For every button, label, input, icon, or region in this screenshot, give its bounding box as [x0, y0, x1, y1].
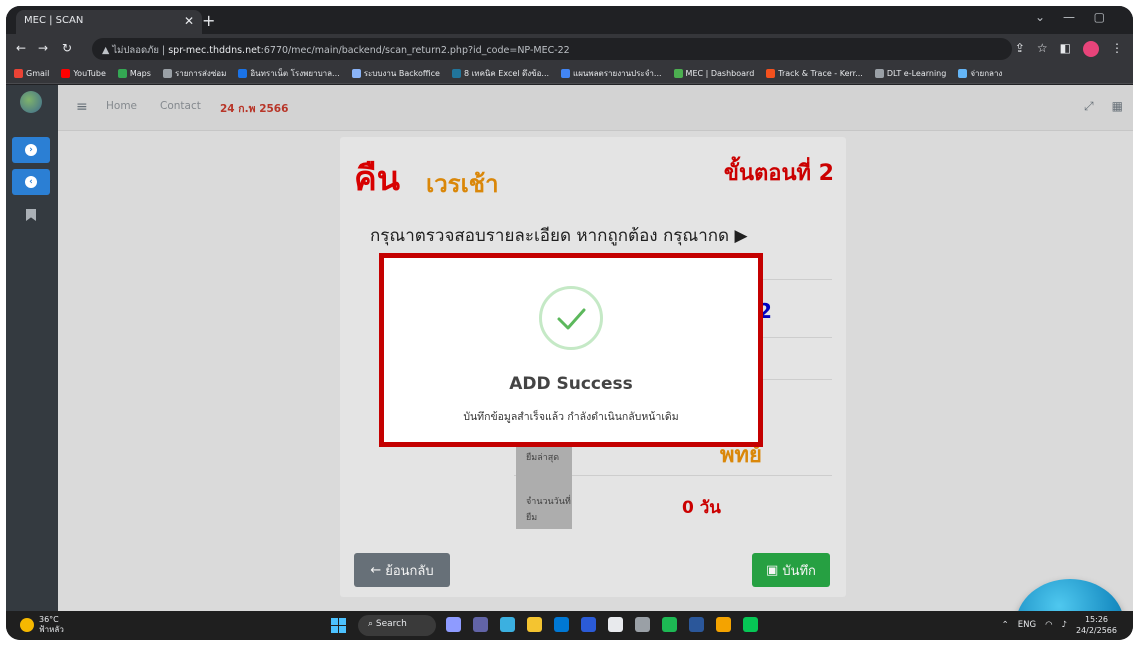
profile-avatar[interactable]: [1083, 41, 1099, 57]
mail-icon[interactable]: [554, 617, 569, 632]
minimize-icon[interactable]: —: [1063, 10, 1075, 24]
browser-tab[interactable]: MEC | SCAN ✕: [16, 10, 202, 34]
taskbar: 36°C ฟ้าหลัว ⌕ Search ⌃ ENG ◠ ♪ 15:26 24/: [6, 611, 1133, 640]
new-tab-icon[interactable]: +: [202, 11, 215, 30]
tab-title: MEC | SCAN: [24, 15, 84, 26]
tab-search-icon[interactable]: ⌄: [1035, 10, 1045, 24]
success-dialog: ADD Success บันทึกข้อมูลสำเร็จแล้ว กำลัง…: [379, 253, 763, 447]
dialog-title: ADD Success: [509, 374, 633, 394]
share-icon[interactable]: ⇪: [1015, 41, 1025, 57]
line-icon[interactable]: [743, 617, 758, 632]
wifi-icon[interactable]: ◠: [1045, 620, 1052, 630]
lang-indicator[interactable]: ENG: [1018, 620, 1036, 630]
bookmark-item[interactable]: DLT e-Learning: [874, 67, 946, 80]
bookmark-icon[interactable]: [26, 209, 36, 221]
system-tray: ⌃ ENG ◠ ♪ 15:26 24/2/2566: [1002, 614, 1117, 636]
clock[interactable]: 15:26 24/2/2566: [1076, 614, 1117, 636]
task-view-icon[interactable]: [446, 617, 461, 632]
screen: MEC | SCAN ✕ + ⌄ — ▢ ← → ↻ ▲ ไม่ปลอดภัย …: [6, 6, 1133, 640]
star-icon[interactable]: ☆: [1037, 41, 1048, 57]
bookmark-item[interactable]: 8 เทคนิค Excel ดึงข้อ...: [451, 67, 549, 80]
chrome-icon[interactable]: [716, 617, 731, 632]
teams-icon[interactable]: [473, 617, 488, 632]
spotify-icon[interactable]: [662, 617, 677, 632]
sidebar-item-back[interactable]: ‹: [12, 169, 50, 195]
app-logo: [20, 91, 42, 113]
bookmark-item[interactable]: รายการส่งซ่อม: [162, 67, 226, 80]
dialog-message: บันทึกข้อมูลสำเร็จแล้ว กำลังดำเนินกลับหน…: [463, 411, 679, 423]
chevron-up-icon[interactable]: ⌃: [1002, 620, 1009, 630]
reload-icon[interactable]: ↻: [62, 41, 72, 55]
arrow-left-circle-icon: ‹: [25, 176, 37, 188]
forward-arrow-icon[interactable]: →: [38, 41, 48, 55]
browser-tabstrip: MEC | SCAN ✕ + ⌄ — ▢: [6, 6, 1133, 34]
volume-icon[interactable]: ♪: [1062, 620, 1067, 630]
menu-icon[interactable]: ⋮: [1111, 41, 1123, 57]
toolbar-icons: ⇪ ☆ ◧ ⋮: [1015, 41, 1123, 57]
insecure-label: ไม่ปลอดภัย: [112, 45, 159, 56]
bookmark-item[interactable]: แผนพลตรายงานประจำ...: [561, 67, 662, 80]
page-content: › ‹ ≡ Home Contact 24 ก.พ 2566 ⤢ ▦ คืน เ…: [6, 85, 1133, 611]
taskbar-search[interactable]: ⌕ Search: [358, 615, 436, 636]
bookmark-item[interactable]: Track & Trace - Kerr...: [766, 67, 863, 80]
back-arrow-icon[interactable]: ←: [16, 41, 26, 55]
bookmark-item[interactable]: YouTube: [61, 67, 106, 80]
sidebar-item-forward[interactable]: ›: [12, 137, 50, 163]
maximize-icon[interactable]: ▢: [1094, 10, 1105, 24]
taskbar-apps: [446, 617, 758, 632]
sidebar: › ‹: [6, 85, 58, 611]
address-bar-row: ← → ↻ ▲ ไม่ปลอดภัย | spr-mec.thddns.net:…: [6, 34, 1133, 64]
app-icon[interactable]: [635, 617, 650, 632]
bookmark-item[interactable]: Gmail: [14, 67, 49, 80]
url-path: :6770/mec/main/backend/scan_return2.php?…: [260, 45, 570, 56]
url-host: spr-mec.thddns.net: [168, 45, 261, 56]
bookmark-item[interactable]: อินทราเน็ต โรงพยาบาล...: [238, 67, 340, 80]
file-explorer-icon[interactable]: [527, 617, 542, 632]
weather-widget[interactable]: 36°C ฟ้าหลัว: [20, 615, 64, 635]
success-check-icon: [539, 286, 603, 350]
sun-icon: [20, 618, 34, 632]
bookmark-item[interactable]: จ่ายกลาง: [958, 67, 1002, 80]
sidepanel-icon[interactable]: ◧: [1060, 41, 1071, 57]
bookmark-item[interactable]: Maps: [117, 67, 151, 80]
bookmark-item[interactable]: ระบบงาน Backoffice: [351, 67, 440, 80]
bookmark-item[interactable]: MEC | Dashboard: [673, 67, 754, 80]
lightning-icon[interactable]: [608, 617, 623, 632]
close-tab-icon[interactable]: ✕: [184, 14, 194, 28]
store-icon[interactable]: [581, 617, 596, 632]
edge-icon[interactable]: [500, 617, 515, 632]
bookmarks-bar: Gmail YouTube Maps รายการส่งซ่อม อินทราเ…: [6, 64, 1133, 84]
url-input[interactable]: ▲ ไม่ปลอดภัย | spr-mec.thddns.net:6770/m…: [92, 38, 1012, 60]
warning-icon: ▲: [102, 45, 110, 56]
word-icon[interactable]: [689, 617, 704, 632]
arrow-right-circle-icon: ›: [25, 144, 37, 156]
windows-start-icon[interactable]: [331, 618, 346, 633]
